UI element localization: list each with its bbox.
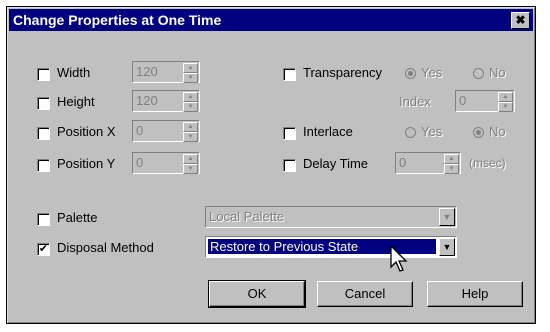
spin-up-icon[interactable]: ▲ xyxy=(444,154,459,164)
interlace-label: Interlace xyxy=(303,124,353,139)
transparency-label: Transparency xyxy=(303,65,382,80)
transparency-no-radio[interactable] xyxy=(473,68,484,79)
position-y-label: Position Y xyxy=(57,156,116,171)
spin-up-icon[interactable]: ▲ xyxy=(498,92,513,102)
interlace-yes-radio[interactable] xyxy=(405,127,416,138)
spin-up-icon[interactable]: ▲ xyxy=(183,92,198,102)
transparency-checkbox[interactable] xyxy=(283,68,296,81)
delay-time-value: 0 xyxy=(399,155,407,170)
spin-down-icon[interactable]: ▼ xyxy=(183,102,198,112)
palette-checkbox[interactable] xyxy=(37,213,50,226)
interlace-checkbox[interactable] xyxy=(283,127,296,140)
interlace-yes-label: Yes xyxy=(421,124,443,139)
close-button[interactable]: ✖ xyxy=(511,12,530,29)
mouse-cursor-icon xyxy=(390,245,408,272)
width-label: Width xyxy=(57,65,91,80)
transparency-yes-label: Yes xyxy=(421,65,443,80)
ok-button[interactable]: OK xyxy=(208,280,306,308)
help-button[interactable]: Help xyxy=(427,281,523,307)
height-value: 120 xyxy=(136,93,158,108)
spin-up-icon[interactable]: ▲ xyxy=(183,122,198,132)
transparency-no-label: No xyxy=(489,65,506,80)
height-spinner[interactable]: 120 ▲ ▼ xyxy=(132,90,200,112)
index-spinner[interactable]: 0 ▲ ▼ xyxy=(455,90,515,112)
check-icon: ✔ xyxy=(38,243,49,255)
delay-unit-label: (msec) xyxy=(469,156,506,170)
interlace-no-label: No xyxy=(489,124,506,139)
delay-time-checkbox[interactable] xyxy=(283,159,296,172)
spin-down-icon[interactable]: ▼ xyxy=(444,164,459,174)
width-spinner[interactable]: 120 ▲ ▼ xyxy=(132,61,200,83)
disposal-method-checkbox[interactable]: ✔ xyxy=(37,243,50,256)
title-bar: Change Properties at One Time ✖ xyxy=(9,9,533,31)
position-x-spinner[interactable]: 0 ▲ ▼ xyxy=(132,120,200,142)
palette-value: Local Palette xyxy=(209,209,285,224)
position-y-value: 0 xyxy=(136,155,144,170)
index-label: Index xyxy=(399,94,431,109)
interlace-no-radio[interactable] xyxy=(473,127,484,138)
delay-time-spinner[interactable]: 0 ▲ ▼ xyxy=(395,152,461,174)
index-value: 0 xyxy=(459,93,467,108)
spin-down-icon[interactable]: ▼ xyxy=(183,164,198,174)
width-checkbox[interactable] xyxy=(37,68,50,81)
width-value: 120 xyxy=(136,64,158,79)
close-icon: ✖ xyxy=(515,13,526,27)
spin-up-icon[interactable]: ▲ xyxy=(183,63,198,73)
dialog-window: Change Properties at One Time ✖ Width 12… xyxy=(6,6,536,324)
height-checkbox[interactable] xyxy=(37,97,50,110)
height-label: Height xyxy=(57,94,95,109)
disposal-method-select[interactable]: Restore to Previous State ▼ xyxy=(205,236,457,258)
position-x-label: Position X xyxy=(57,124,116,139)
spin-down-icon[interactable]: ▼ xyxy=(183,73,198,83)
disposal-method-label: Disposal Method xyxy=(57,240,154,255)
position-x-value: 0 xyxy=(136,123,144,138)
chevron-down-icon[interactable]: ▼ xyxy=(439,208,455,226)
position-y-spinner[interactable]: 0 ▲ ▼ xyxy=(132,152,200,174)
position-x-checkbox[interactable] xyxy=(37,127,50,140)
spin-down-icon[interactable]: ▼ xyxy=(498,102,513,112)
position-y-checkbox[interactable] xyxy=(37,159,50,172)
spin-up-icon[interactable]: ▲ xyxy=(183,154,198,164)
cancel-button[interactable]: Cancel xyxy=(317,281,413,307)
spin-down-icon[interactable]: ▼ xyxy=(183,132,198,142)
window-title: Change Properties at One Time xyxy=(13,12,222,28)
chevron-down-icon[interactable]: ▼ xyxy=(439,238,455,256)
delay-time-label: Delay Time xyxy=(303,156,369,171)
palette-label: Palette xyxy=(57,210,98,225)
transparency-yes-radio[interactable] xyxy=(405,68,416,79)
palette-select[interactable]: Local Palette ▼ xyxy=(205,206,457,228)
